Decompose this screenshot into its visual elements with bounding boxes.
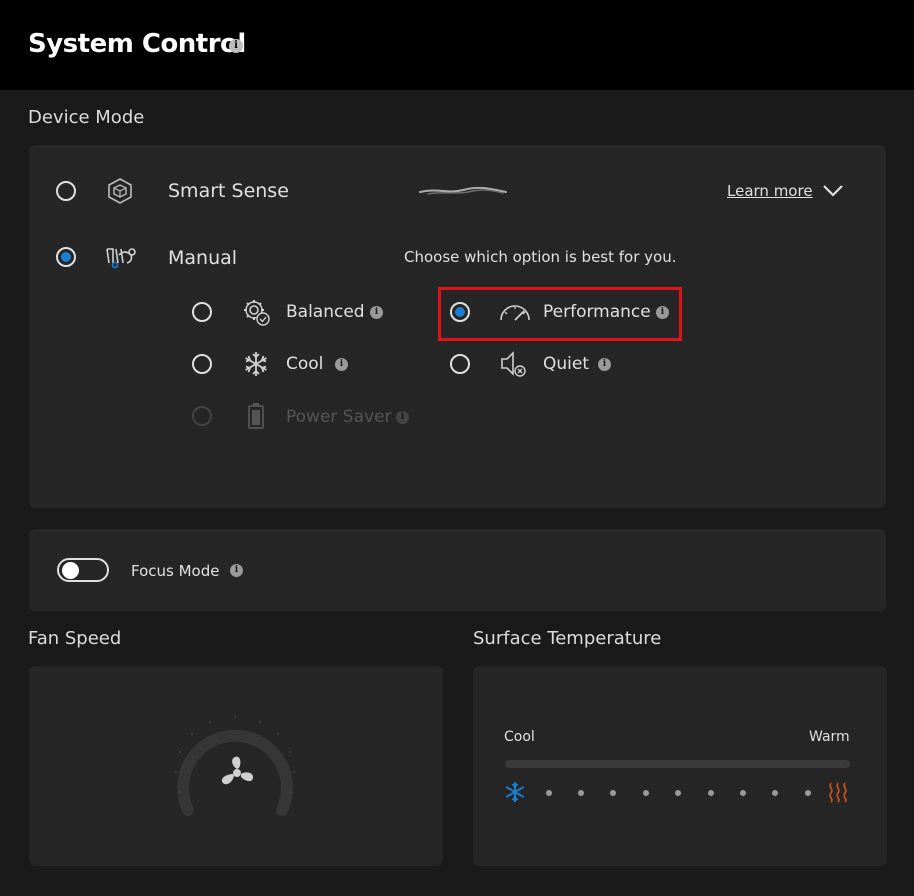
- manual-radio[interactable]: [56, 247, 76, 267]
- temperature-step-dot: [546, 790, 552, 796]
- option-hint-text: Choose which option is best for you.: [404, 248, 677, 266]
- fan-icon: [221, 756, 253, 785]
- info-icon[interactable]: i: [229, 39, 243, 53]
- cool-radio[interactable]: [192, 354, 212, 374]
- gear-check-icon: [244, 300, 270, 326]
- info-icon[interactable]: i: [230, 564, 243, 577]
- battery-icon: [248, 403, 264, 429]
- info-icon[interactable]: i: [396, 411, 409, 424]
- temperature-step-dot: [740, 790, 746, 796]
- surface-temperature-label: Surface Temperature: [473, 628, 662, 649]
- heat-icon: [829, 782, 847, 803]
- balanced-label: Balanced: [286, 302, 365, 322]
- page-title: System Control: [28, 29, 246, 59]
- header-bar: System Control i: [0, 0, 914, 90]
- quiet-label: Quiet: [543, 354, 590, 374]
- snowflake-icon: [245, 352, 267, 376]
- power-saver-label: Power Saver: [286, 407, 392, 427]
- info-icon[interactable]: i: [370, 306, 383, 319]
- smart-sense-radio[interactable]: [56, 181, 76, 201]
- power-saver-radio[interactable]: [192, 406, 212, 426]
- smart-sense-label: Smart Sense: [168, 180, 289, 202]
- temperature-step-dot: [643, 790, 649, 796]
- device-mode-label: Device Mode: [28, 107, 145, 128]
- temperature-max-label: Warm: [809, 729, 850, 745]
- temperature-track: [505, 760, 850, 768]
- info-icon[interactable]: i: [656, 306, 669, 319]
- temperature-step-dot: [708, 790, 714, 796]
- learn-more-link[interactable]: Learn more: [727, 182, 813, 200]
- temperature-step-dot: [805, 790, 811, 796]
- temperature-step-dot: [610, 790, 616, 796]
- temperature-step-dot: [578, 790, 584, 796]
- temperature-step-dot: [675, 790, 681, 796]
- manual-label: Manual: [168, 247, 238, 269]
- chevron-down-icon[interactable]: [822, 184, 844, 198]
- speaker-muted-icon: [501, 351, 526, 377]
- performance-label: Performance: [543, 302, 651, 322]
- balanced-radio[interactable]: [192, 302, 212, 322]
- snowflake-icon: [505, 782, 525, 802]
- toggle-knob: [62, 562, 79, 579]
- cube-icon: [108, 178, 132, 204]
- manual-mode-icon: [106, 248, 136, 269]
- smart-sense-wave-icon: [419, 186, 507, 195]
- focus-mode-label: Focus Mode: [131, 562, 220, 580]
- focus-mode-toggle[interactable]: [57, 558, 109, 582]
- info-icon[interactable]: i: [598, 358, 611, 371]
- temperature-step-dot: [772, 790, 778, 796]
- temperature-min-label: Cool: [504, 729, 535, 745]
- cool-label: Cool: [286, 354, 324, 374]
- quiet-radio[interactable]: [450, 354, 470, 374]
- performance-radio[interactable]: [450, 302, 470, 322]
- fan-speed-label: Fan Speed: [28, 628, 122, 649]
- info-icon[interactable]: i: [335, 358, 348, 371]
- speedometer-icon: [500, 305, 530, 321]
